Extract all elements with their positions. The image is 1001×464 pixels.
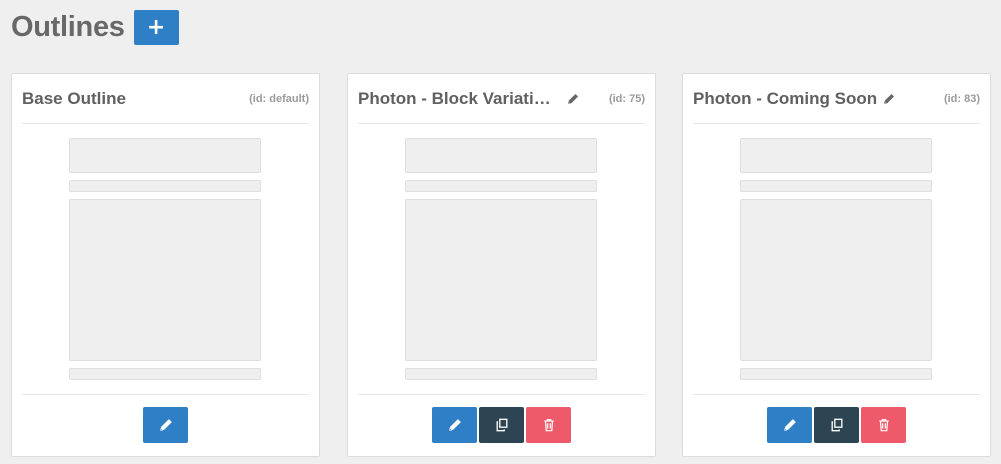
delete-outline-button[interactable] (526, 407, 571, 443)
trash-icon (878, 419, 889, 432)
preview-navigation-bar (69, 180, 261, 192)
trash-icon (543, 419, 554, 432)
duplicate-icon (831, 418, 842, 432)
pencil-icon (448, 419, 461, 431)
outline-actions (348, 407, 655, 443)
outline-id: (id: 83) (943, 92, 980, 105)
edit-outline-button[interactable] (767, 407, 812, 443)
preview-main-block (405, 199, 597, 361)
page-header: Outlines + (11, 8, 179, 45)
outline-card-header: Photon - Block Variatio… (id: 75) (358, 74, 645, 124)
rename-pencil-icon[interactable] (567, 93, 579, 105)
outline-title: Photon - Block Variatio… (358, 89, 579, 109)
page-title: Outlines (11, 10, 125, 43)
delete-outline-button[interactable] (861, 407, 906, 443)
outline-card-header: Base Outline (id: default) (22, 74, 309, 124)
preview-header-block (405, 138, 597, 173)
pencil-icon (783, 419, 796, 431)
plus-icon: + (146, 14, 166, 40)
outline-name: Photon - Coming Soon (693, 88, 878, 108)
preview-navigation-bar (740, 180, 932, 192)
add-outline-button[interactable]: + (133, 10, 179, 45)
outline-actions (12, 407, 319, 443)
rename-pencil-icon[interactable] (883, 93, 895, 105)
outline-card-83: Photon - Coming Soon (id: 83) (682, 73, 991, 457)
pencil-icon (159, 419, 172, 431)
outline-card-divider (22, 394, 309, 395)
outline-id: (id: 75) (608, 92, 645, 105)
edit-outline-button[interactable] (432, 407, 477, 443)
outline-title: Photon - Coming Soon (693, 89, 895, 109)
preview-navigation-bar (405, 180, 597, 192)
preview-header-block (69, 138, 261, 173)
outline-card-header: Photon - Coming Soon (id: 83) (693, 74, 980, 124)
preview-footer-bar (69, 368, 261, 380)
duplicate-outline-button[interactable] (814, 407, 859, 443)
preview-main-block (69, 199, 261, 361)
outline-card-default: Base Outline (id: default) (11, 73, 320, 457)
outline-name: Photon - Block Variatio… (358, 88, 561, 108)
outline-name: Base Outline (22, 88, 126, 108)
edit-outline-button[interactable] (143, 407, 188, 443)
outline-card-divider (693, 394, 980, 395)
outlines-page: Outlines + Base Outline (id: default) Ph… (0, 0, 1001, 464)
outline-card-divider (358, 394, 645, 395)
outline-id: (id: default) (249, 92, 309, 105)
duplicate-icon (496, 418, 507, 432)
duplicate-outline-button[interactable] (479, 407, 524, 443)
outline-title: Base Outline (22, 89, 126, 109)
preview-main-block (740, 199, 932, 361)
outline-actions (683, 407, 990, 443)
preview-header-block (740, 138, 932, 173)
outline-card-75: Photon - Block Variatio… (id: 75) (347, 73, 656, 457)
preview-footer-bar (740, 368, 932, 380)
preview-footer-bar (405, 368, 597, 380)
